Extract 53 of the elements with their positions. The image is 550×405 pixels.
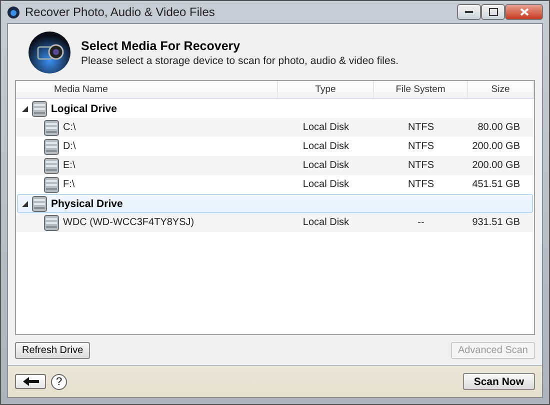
- hard-drive-icon: [32, 100, 47, 116]
- file-system: --: [418, 217, 424, 228]
- refresh-drive-button[interactable]: Refresh Drive: [15, 342, 90, 359]
- file-system: NTFS: [408, 141, 434, 152]
- minimize-icon: [465, 10, 473, 14]
- drive-type: Local Disk: [302, 217, 350, 228]
- file-system: NTFS: [408, 160, 434, 171]
- drive-group-row[interactable]: Logical Drive: [17, 99, 533, 118]
- hard-drive-icon: [44, 138, 59, 154]
- drive-group-label: Physical Drive: [51, 198, 123, 210]
- hard-drive-icon: [44, 158, 59, 174]
- drive-size: 200.00 GB: [472, 160, 521, 171]
- drive-type: Local Disk: [302, 122, 350, 133]
- hard-drive-icon: [32, 196, 47, 212]
- minimize-button[interactable]: [457, 4, 481, 20]
- maximize-button[interactable]: [481, 4, 505, 20]
- drive-name[interactable]: WDC (WD-WCC3F4TY8YSJ): [63, 217, 194, 228]
- back-button[interactable]: [15, 374, 46, 389]
- left-arrow-icon: [22, 377, 38, 386]
- camera-lens-logo-icon: [28, 31, 71, 74]
- column-header[interactable]: Size: [468, 81, 534, 98]
- drive-group-row[interactable]: Physical Drive: [17, 194, 533, 213]
- drive-size: 451.51 GB: [472, 179, 521, 190]
- page-heading: Select Media For Recovery: [81, 38, 242, 52]
- window-title: Recover Photo, Audio & Video Files: [25, 5, 216, 19]
- drive-type: Local Disk: [302, 160, 350, 171]
- hard-drive-icon: [44, 120, 59, 136]
- collapse-arrow-icon[interactable]: [22, 106, 28, 112]
- maximize-icon: [488, 8, 498, 16]
- drive-size: 80.00 GB: [478, 122, 521, 133]
- drive-name[interactable]: C:\: [63, 122, 76, 133]
- drive-size: 200.00 GB: [472, 141, 521, 152]
- drive-type: Local Disk: [302, 141, 350, 152]
- help-button[interactable]: ?: [51, 374, 67, 390]
- drive-type: Local Disk: [302, 179, 350, 190]
- hard-drive-icon: [44, 176, 59, 192]
- file-system: NTFS: [408, 179, 434, 190]
- column-header[interactable]: File System: [374, 81, 468, 98]
- close-button[interactable]: [505, 4, 543, 20]
- drive-group-label: Logical Drive: [51, 102, 117, 114]
- scan-now-button[interactable]: Scan Now: [462, 373, 535, 390]
- collapse-arrow-icon[interactable]: [22, 200, 28, 206]
- drive-name[interactable]: D:\: [63, 141, 76, 152]
- app-icon: [7, 6, 20, 18]
- close-icon: [520, 8, 528, 16]
- column-header[interactable]: Type: [278, 81, 374, 98]
- file-system: NTFS: [408, 122, 434, 133]
- column-header[interactable]: Media Name: [16, 81, 278, 98]
- hard-drive-icon: [44, 214, 59, 230]
- drive-size: 931.51 GB: [472, 217, 521, 228]
- drive-name[interactable]: F:\: [63, 179, 75, 190]
- drive-name[interactable]: E:\: [63, 160, 76, 171]
- page-instructions: Please select a storage device to scan for photo, audio & video files.: [81, 54, 399, 66]
